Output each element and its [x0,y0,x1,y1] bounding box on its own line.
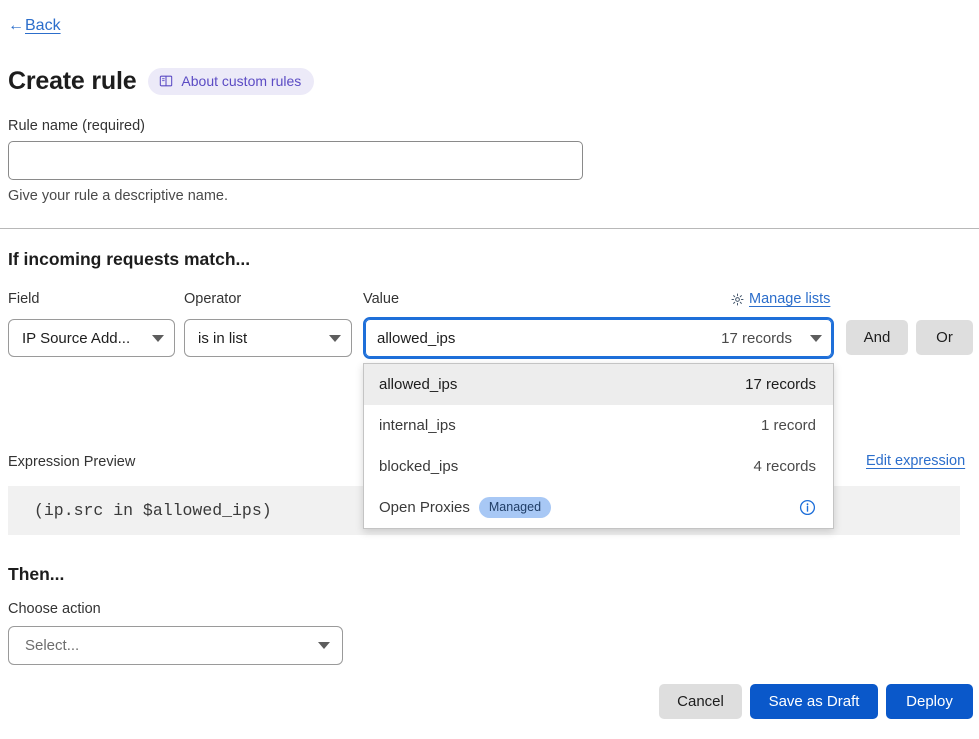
about-custom-rules-label: About custom rules [181,73,301,89]
book-icon [159,74,173,88]
save-as-draft-button[interactable]: Save as Draft [750,684,878,719]
create-rule-page: ← Back Create rule About custom rules Ru… [0,0,979,739]
field-select[interactable]: IP Source Add... [8,319,175,357]
info-icon[interactable] [799,499,816,516]
chevron-down-icon[interactable] [810,335,822,342]
chevron-down-icon [329,335,341,342]
status-badge: Managed [479,497,551,518]
list-item-name: internal_ips [379,417,456,434]
rule-name-label: Rule name (required) [8,117,145,135]
choose-action-label: Choose action [8,601,101,617]
list-item-records: 17 records [745,376,816,393]
list-item-records: 4 records [753,458,816,475]
expression-preview-label: Expression Preview [8,454,135,470]
value-combobox-records: 17 records [721,330,792,347]
edit-expression-link[interactable]: Edit expression [866,453,965,469]
chevron-down-icon [318,642,330,649]
chevron-down-icon [152,335,164,342]
list-item-name: allowed_ips [379,376,457,393]
gear-icon [731,293,744,306]
field-label: Field [8,291,39,307]
rule-name-help-text: Give your rule a descriptive name. [8,187,228,205]
field-select-value: IP Source Add... [22,330,130,347]
list-item[interactable]: blocked_ips 4 records [364,446,833,487]
and-button[interactable]: And [846,320,908,355]
value-combobox-text: allowed_ips [377,330,455,347]
about-custom-rules-link[interactable]: About custom rules [148,68,314,95]
cancel-button[interactable]: Cancel [659,684,742,719]
manage-lists-label: Manage lists [749,291,830,307]
action-select-value: Select... [25,637,79,654]
then-section-heading: Then... [8,564,64,585]
page-title: Create rule [8,66,136,96]
operator-select-value: is in list [198,330,247,347]
section-divider [0,228,979,229]
deploy-button[interactable]: Deploy [886,684,973,719]
list-item-records: 1 record [761,417,816,434]
value-dropdown-menu: allowed_ips 17 records internal_ips 1 re… [363,363,834,529]
list-item[interactable]: internal_ips 1 record [364,405,833,446]
operator-select[interactable]: is in list [184,319,352,357]
value-combobox[interactable]: allowed_ips 17 records [363,317,834,359]
back-link[interactable]: ← Back [8,17,61,35]
action-select[interactable]: Select... [8,626,343,665]
expression-preview-code: (ip.src in $allowed_ips) [34,501,272,520]
or-button[interactable]: Or [916,320,973,355]
list-item[interactable]: allowed_ips 17 records [364,364,833,405]
arrow-left-icon: ← [8,18,24,34]
list-item-name: Open Proxies [379,499,470,516]
list-item-name: blocked_ips [379,458,458,475]
list-item[interactable]: Open Proxies Managed [364,487,833,528]
operator-label: Operator [184,291,241,307]
back-link-label: Back [25,17,61,35]
match-section-heading: If incoming requests match... [8,249,250,270]
page-header: Create rule About custom rules [8,66,314,96]
rule-name-input[interactable] [8,141,583,180]
value-label: Value [363,291,399,307]
manage-lists-link[interactable]: Manage lists [731,291,830,307]
